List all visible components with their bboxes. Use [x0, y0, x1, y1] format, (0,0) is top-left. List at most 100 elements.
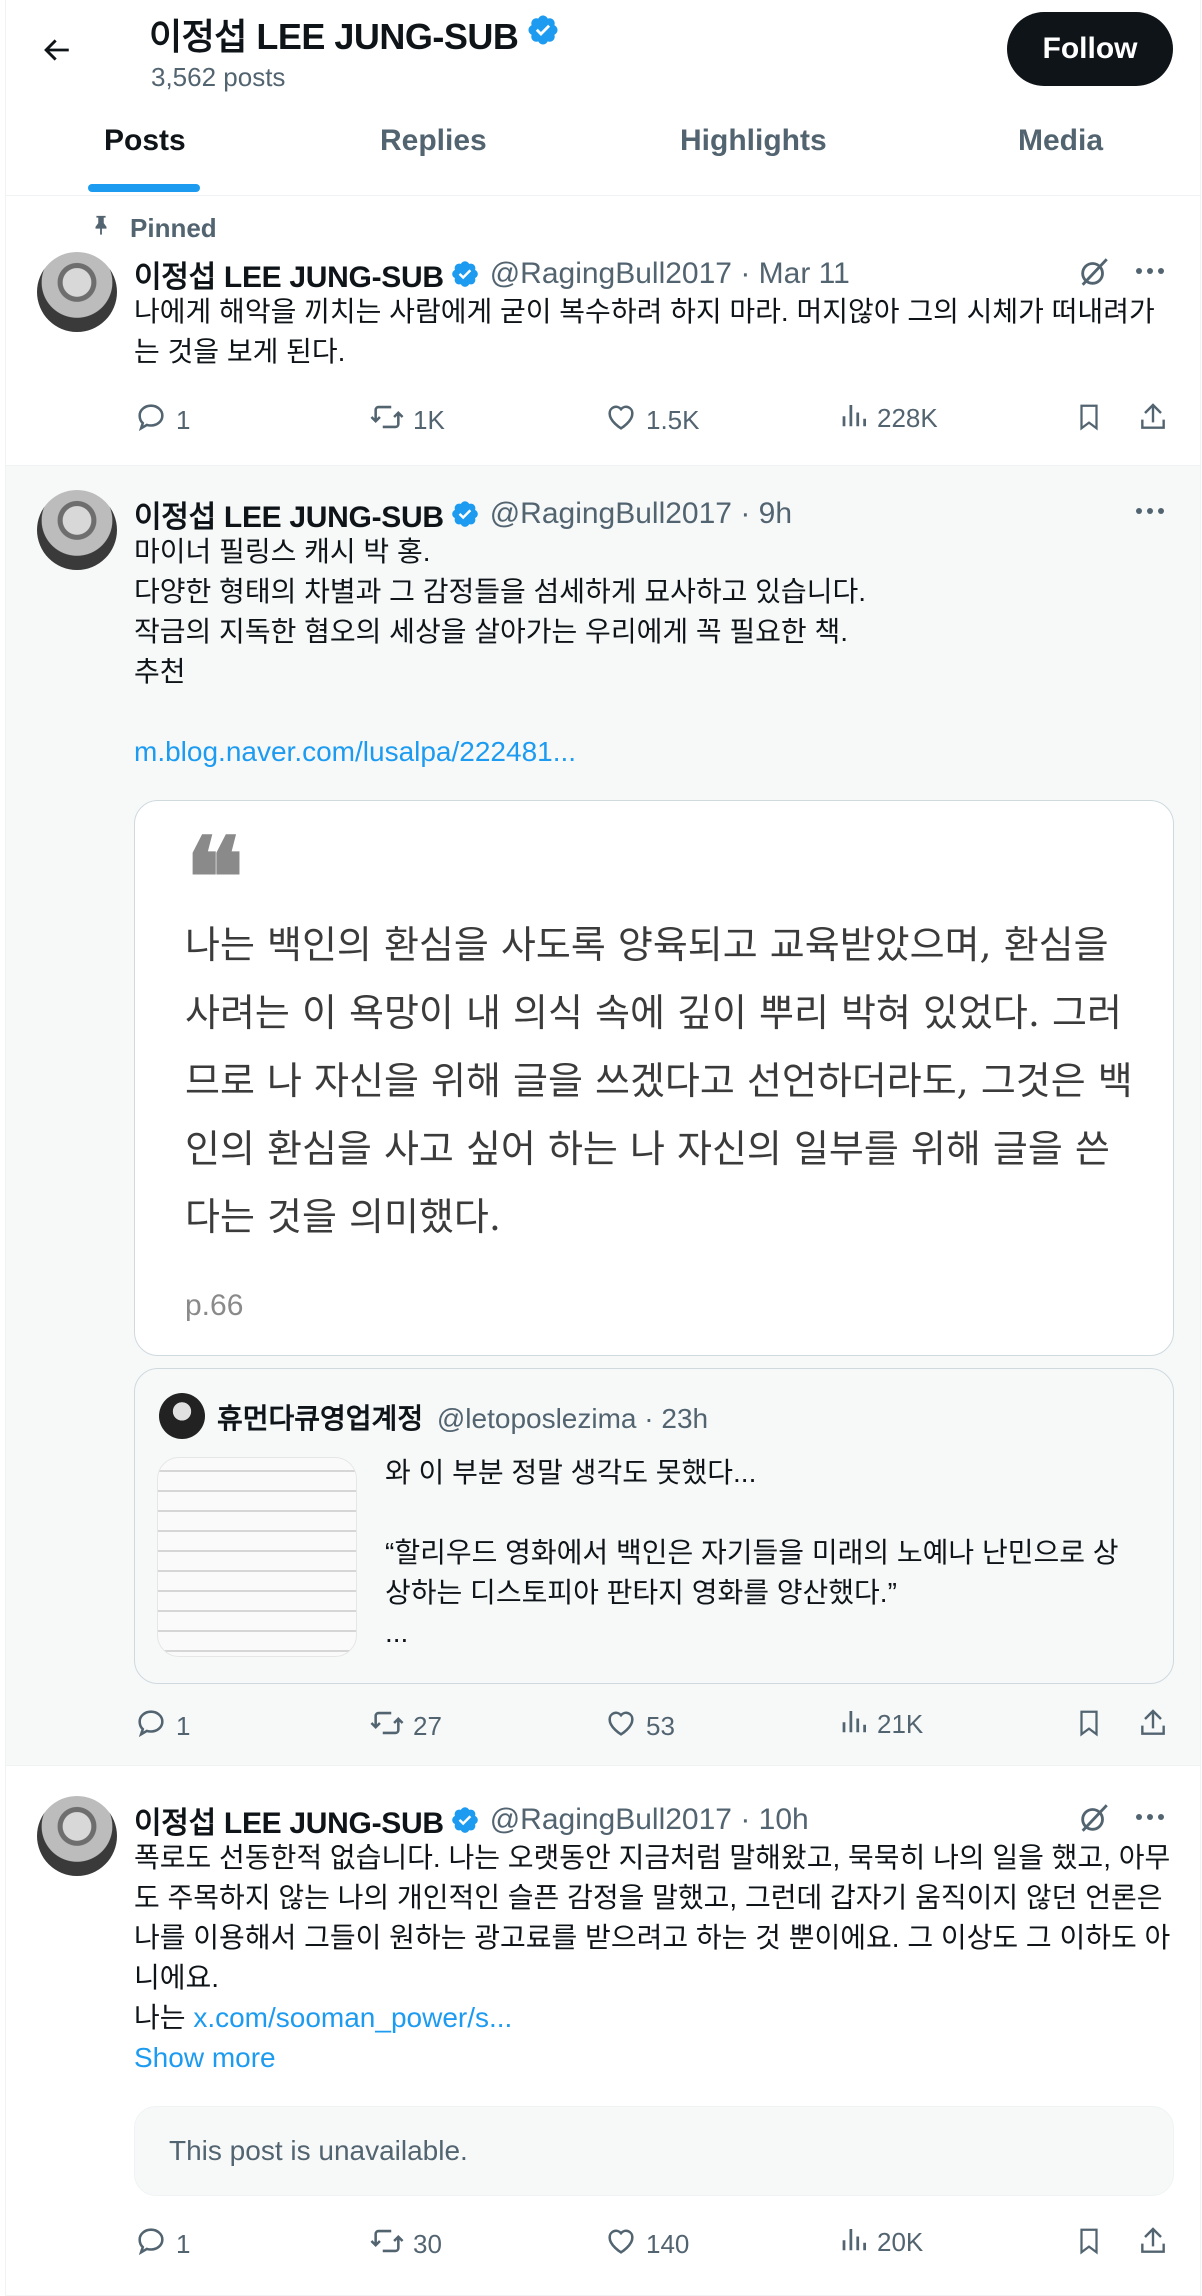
bookmark-button[interactable]: [1074, 1706, 1104, 1747]
author-name[interactable]: 이정섭 LEE JUNG-SUB: [134, 492, 444, 536]
avatar[interactable]: [37, 252, 117, 332]
reply-icon: [134, 2224, 168, 2265]
reply-icon: [134, 400, 168, 441]
author-name[interactable]: 이정섭 LEE JUNG-SUB: [134, 252, 444, 296]
post-meta: 이정섭 LEE JUNG-SUB @RagingBull2017 · 9h: [134, 492, 792, 536]
more-options-icon[interactable]: [1130, 1802, 1170, 1832]
quote-line: 므로 나 자신을 위해 글을 쓰겠다고 선언하더라도, 그것은 백: [185, 1059, 1133, 1103]
post[interactable]: 이정섭 LEE JUNG-SUB @RagingBull2017 · 10h 폭…: [6, 1766, 1200, 2296]
tab-media[interactable]: Media: [1018, 124, 1103, 158]
tab-replies[interactable]: Replies: [380, 124, 487, 158]
post-text-line: 니에요.: [134, 1962, 220, 1993]
show-more-link[interactable]: Show more: [134, 2038, 1174, 2078]
post-meta: 이정섭 LEE JUNG-SUB @RagingBull2017 · Mar 1…: [134, 252, 850, 296]
post-text-line-with-link: 나는 x.com/sooman_power/s...: [134, 1998, 1174, 2038]
share-icon: [1137, 400, 1169, 441]
post-text-line: 는 것을 보게 된다.: [134, 336, 346, 367]
repost-button[interactable]: 1K: [369, 400, 445, 441]
verified-badge-icon: [526, 13, 560, 56]
profile-name: 이정섭 LEE JUNG-SUB: [149, 8, 560, 60]
like-count: 53: [646, 1711, 675, 1741]
post-text: 폭로도 선동한적 없습니다. 나는 오랫동안 지금처럼 말해왔고, 묵묵히 나의…: [134, 1838, 1174, 2078]
reply-count: 1: [176, 405, 191, 435]
like-count: 1.5K: [646, 405, 700, 435]
reply-button[interactable]: 1: [134, 400, 190, 441]
post-meta: 이정섭 LEE JUNG-SUB @RagingBull2017 · 10h: [134, 1798, 809, 1842]
quoted-author-name: 휴먼다큐영업계정: [217, 1403, 424, 1434]
author-name[interactable]: 이정섭 LEE JUNG-SUB: [134, 1798, 444, 1842]
like-button[interactable]: 53: [604, 1706, 675, 1747]
post-text-line: 나에게 해악을 끼치는 사람에게 굳이 복수하려 하지 마라. 머지않아 그의 …: [134, 296, 1155, 327]
verified-badge-icon: [450, 259, 480, 289]
quoted-meta: 휴먼다큐영업계정 @letoposlezima · 23h: [217, 1397, 708, 1437]
grok-icon[interactable]: [1074, 252, 1114, 292]
profile-tabs: Posts Replies Highlights Media: [6, 110, 1200, 196]
post-text-line: 다양한 형태의 차별과 그 감정들을 섬세하게 묘사하고 있습니다.: [134, 576, 866, 607]
quoted-avatar[interactable]: [159, 1393, 205, 1439]
more-options-icon[interactable]: [1130, 256, 1170, 286]
quote-image-text: 나는 백인의 환심을 사도록 양육되고 교육받았으며, 환심을 사려는 이 욕망…: [185, 911, 1145, 1251]
reply-count: 1: [176, 2229, 191, 2259]
tab-highlights[interactable]: Highlights: [680, 124, 827, 158]
grok-icon[interactable]: [1074, 1798, 1114, 1838]
repost-button[interactable]: 30: [369, 2224, 442, 2265]
reply-button[interactable]: 1: [134, 1706, 190, 1747]
quote-line: 다는 것을 의미했다.: [185, 1195, 501, 1239]
avatar[interactable]: [37, 490, 117, 570]
quote-page-number: p.66: [185, 1289, 244, 1322]
bookmark-button[interactable]: [1074, 400, 1104, 441]
views-icon: [839, 2224, 869, 2261]
post-link[interactable]: x.com/sooman_power/s...: [193, 2002, 512, 2033]
post-actions: 1 27 53 21K: [134, 1706, 1179, 1746]
quoted-post[interactable]: 휴먼다큐영업계정 @letoposlezima · 23h 와 이 부분 정말 …: [134, 1368, 1174, 1684]
post-text-line: 작금의 지독한 혐오의 세상을 살아가는 우리에게 꼭 필요한 책.: [134, 616, 849, 647]
post-text-prefix: 나는: [134, 2002, 194, 2033]
handle-time: @RagingBull2017 · 9h: [489, 497, 793, 530]
views-button[interactable]: 21K: [839, 1706, 923, 1743]
bookmark-icon: [1074, 400, 1104, 441]
repost-button[interactable]: 27: [369, 1706, 442, 1747]
tab-posts[interactable]: Posts: [104, 124, 186, 158]
repost-icon: [369, 400, 405, 441]
like-button[interactable]: 1.5K: [604, 400, 700, 441]
handle-time: @RagingBull2017 · 10h: [489, 1803, 809, 1836]
bookmark-button[interactable]: [1074, 2224, 1104, 2265]
post-text-line: 마이너 필링스 캐시 박 홍.: [134, 536, 431, 567]
views-count: 20K: [877, 2227, 924, 2257]
heart-icon: [604, 400, 638, 441]
pinned-post[interactable]: Pinned 이정섭 LEE JUNG-SUB @RagingBull2017 …: [6, 196, 1200, 466]
views-icon: [839, 1706, 869, 1743]
views-button[interactable]: 20K: [839, 2224, 923, 2261]
post-text: 마이너 필링스 캐시 박 홍. 다양한 형태의 차별과 그 감정들을 섬세하게 …: [134, 532, 1174, 772]
post-text-line: 나를 이용해서 그들이 원하는 광고료를 받으려고 하는 것 뿐이에요. 그 이…: [134, 1922, 1171, 1953]
back-arrow-icon[interactable]: [36, 30, 76, 70]
reply-icon: [134, 1706, 168, 1747]
quote-image[interactable]: ❝ 나는 백인의 환심을 사도록 양육되고 교육받았으며, 환심을 사려는 이 …: [134, 800, 1174, 1356]
quoted-thumbnail[interactable]: [157, 1457, 357, 1657]
more-options-icon[interactable]: [1130, 496, 1170, 526]
share-button[interactable]: [1137, 1706, 1169, 1747]
quote-line: 인의 환심을 사고 싶어 하는 나 자신의 일부를 위해 글을 쓴: [185, 1127, 1110, 1171]
post-link[interactable]: m.blog.naver.com/lusalpa/222481...: [134, 732, 1174, 772]
active-tab-indicator: [88, 184, 200, 192]
avatar[interactable]: [37, 1796, 117, 1876]
heart-icon: [604, 1706, 638, 1747]
reply-button[interactable]: 1: [134, 2224, 190, 2265]
pinned-label: Pinned: [90, 212, 217, 245]
post[interactable]: 이정섭 LEE JUNG-SUB @RagingBull2017 · 9h 마이…: [6, 466, 1200, 1766]
like-button[interactable]: 140: [604, 2224, 689, 2265]
quote-line: 사려는 이 욕망이 내 의식 속에 깊이 뿌리 박혀 있었다. 그러: [185, 991, 1122, 1035]
pinned-text: Pinned: [130, 213, 217, 243]
quoted-text-line: ...: [385, 1617, 409, 1648]
bookmark-icon: [1074, 1706, 1104, 1747]
share-button[interactable]: [1137, 2224, 1169, 2265]
post-text-line: 폭로도 선동한적 없습니다. 나는 오랫동안 지금처럼 말해왔고, 묵묵히 나의…: [134, 1842, 1171, 1873]
profile-name-text: 이정섭 LEE JUNG-SUB: [149, 16, 519, 57]
quoted-text-line: 상하는 디스토피아 판타지 영화를 양산했다.”: [385, 1577, 897, 1608]
heart-icon: [604, 2224, 638, 2265]
follow-button[interactable]: Follow: [1007, 12, 1173, 86]
quoted-text-line: 와 이 부분 정말 생각도 못했다...: [385, 1457, 757, 1488]
share-button[interactable]: [1137, 400, 1169, 441]
views-button[interactable]: 228K: [839, 400, 938, 437]
